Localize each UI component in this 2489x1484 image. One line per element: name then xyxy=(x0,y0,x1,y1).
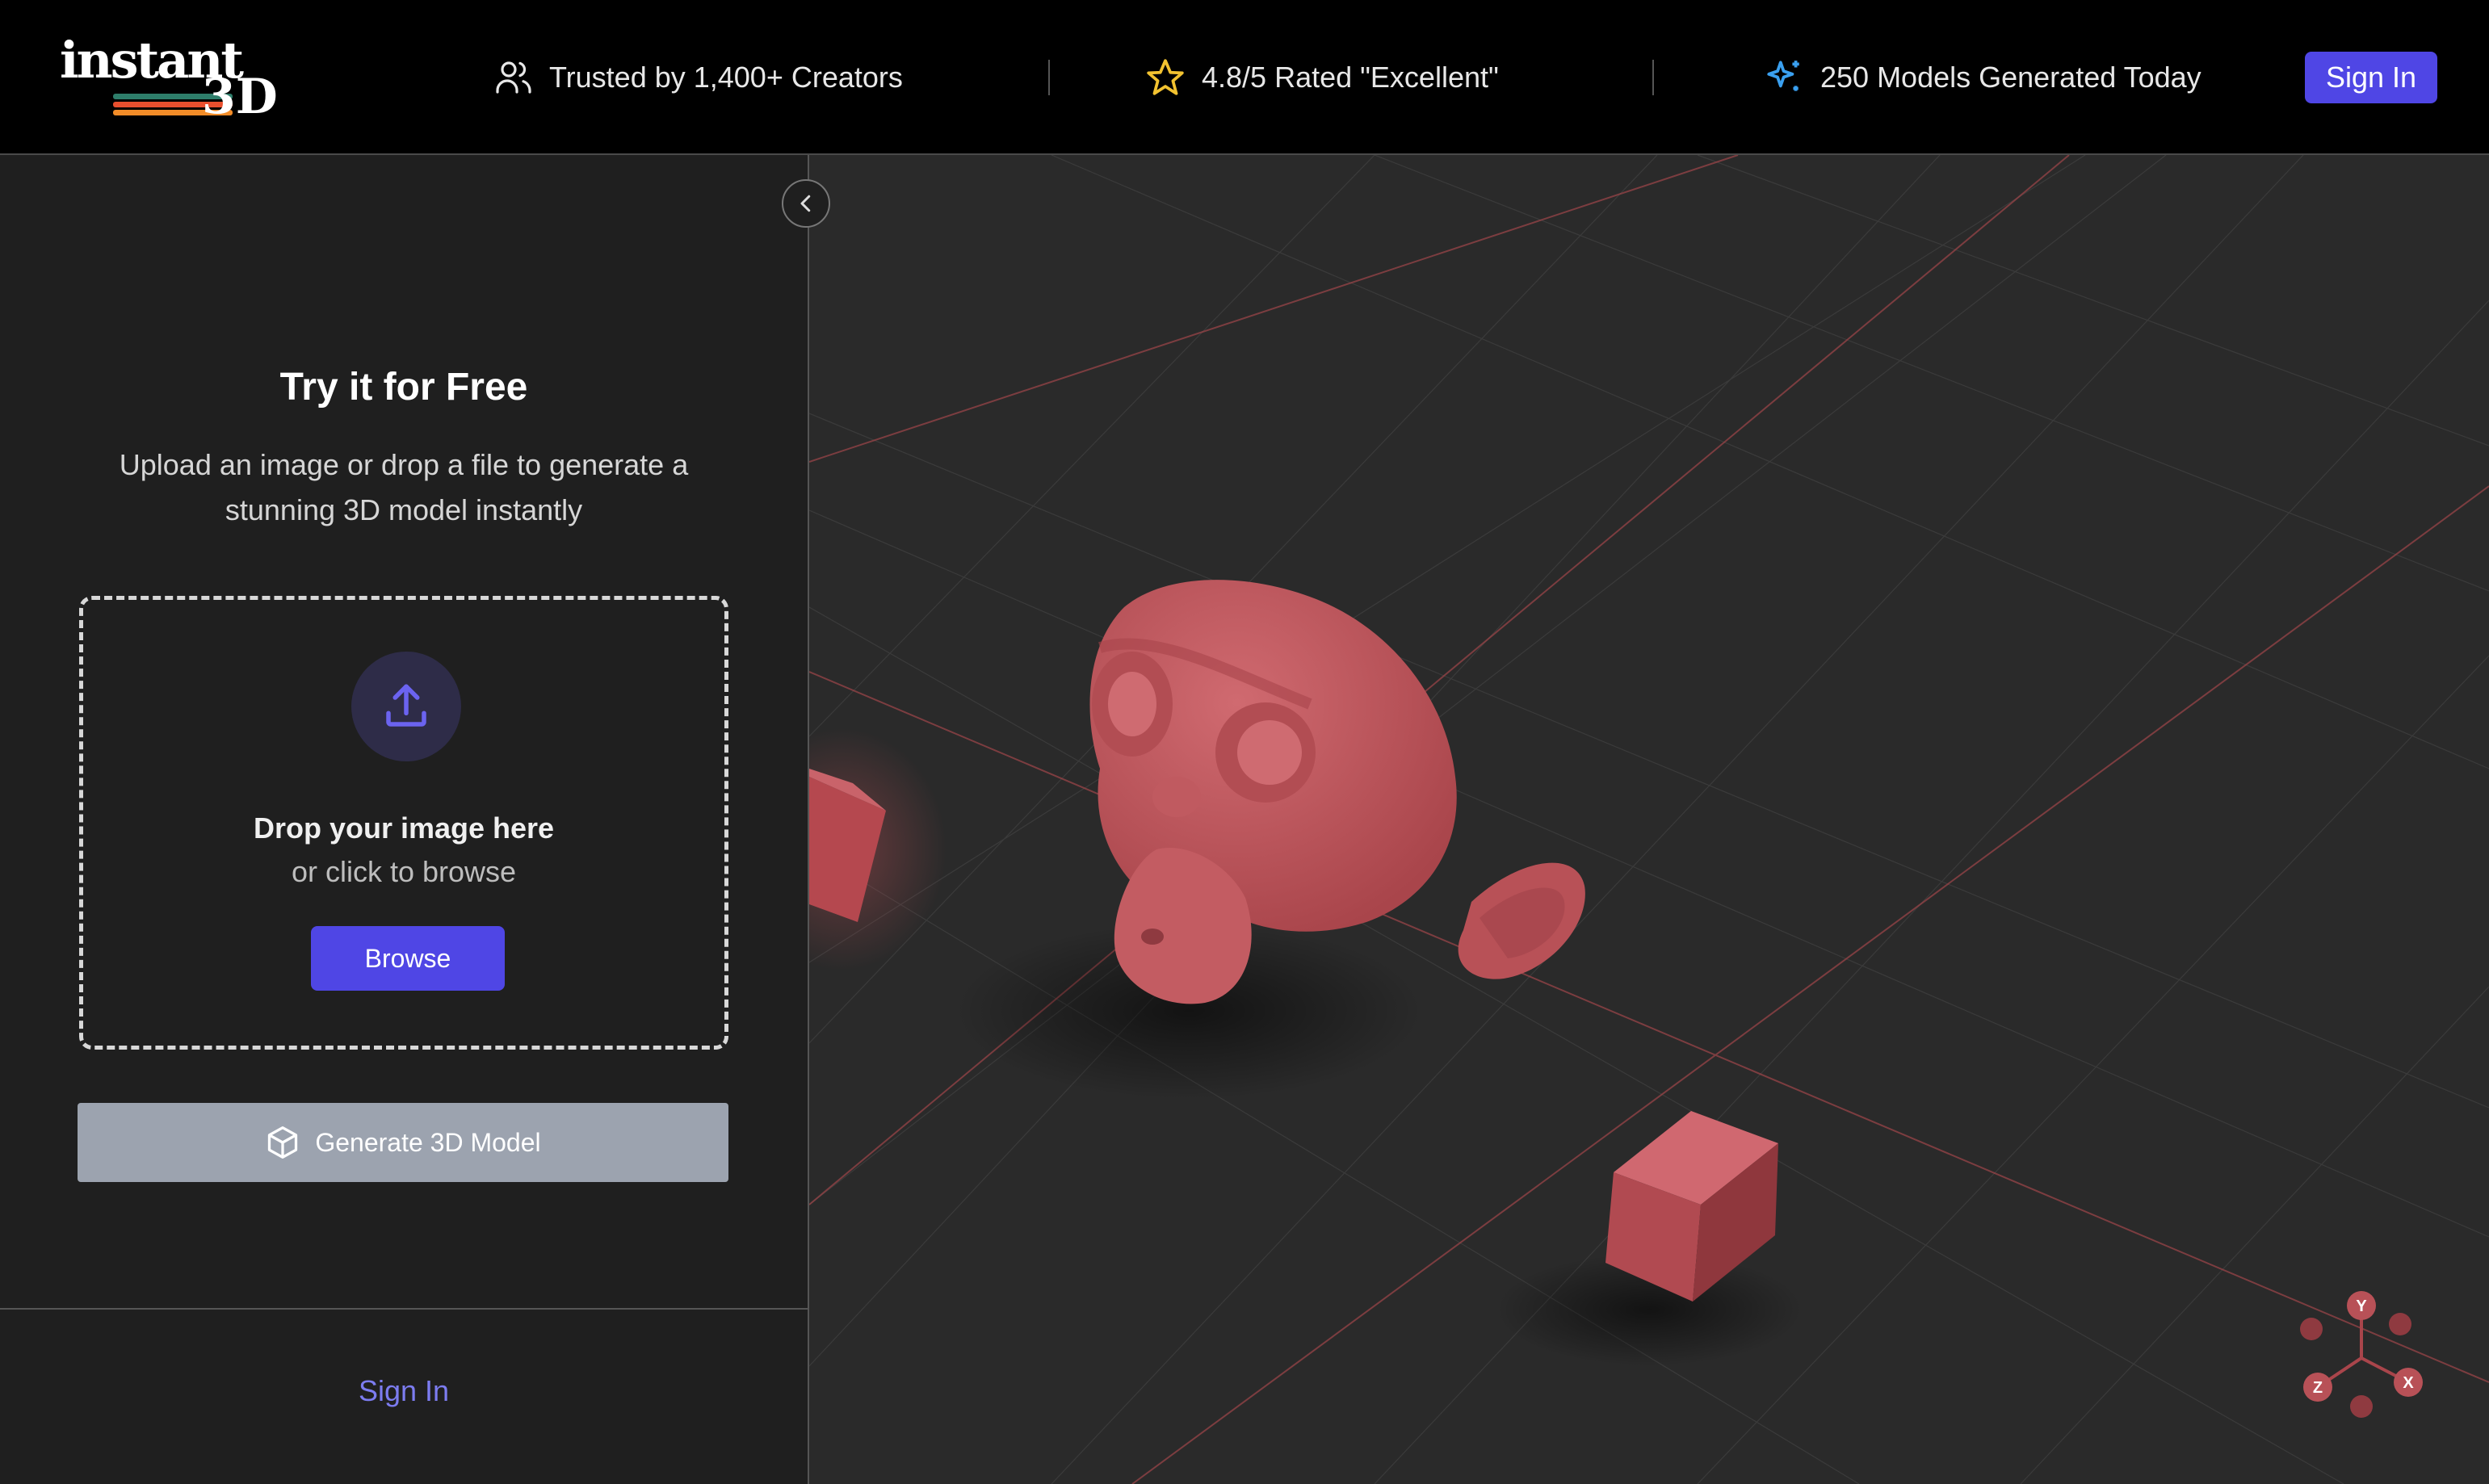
sparkles-icon xyxy=(1767,61,1799,91)
stat-creators: Trusted by 1,400+ Creators xyxy=(494,48,903,107)
scene-canvas[interactable]: Y X Z xyxy=(809,155,2489,1484)
panel-subtitle: Upload an image or drop a file to genera… xyxy=(119,448,689,526)
stat-rating: 4.8/5 Rated "Excellent" xyxy=(1145,48,1499,107)
upload-sidebar: Try it for Free Upload an image or drop … xyxy=(0,155,809,1484)
chevron-left-icon xyxy=(800,195,811,212)
stat-creators-text: Trusted by 1,400+ Creators xyxy=(549,61,903,94)
nostril xyxy=(1141,929,1164,945)
star-icon xyxy=(1147,59,1184,95)
3d-viewport[interactable]: Y X Z xyxy=(809,155,2489,1484)
axis-y-label: Y xyxy=(2356,1297,2367,1315)
instant3d-logo[interactable]: instant 3D xyxy=(60,36,278,125)
browse-button[interactable]: Browse xyxy=(311,926,505,991)
collapse-sidebar-button[interactable] xyxy=(782,179,830,228)
monkey-head-model[interactable] xyxy=(1089,580,1585,1004)
sidebar-divider xyxy=(0,1308,808,1310)
header-divider xyxy=(1652,60,1654,95)
generate-3d-model-button[interactable]: Generate 3D Model xyxy=(78,1103,728,1182)
image-dropzone[interactable]: Drop your image here or click to browse … xyxy=(79,596,728,1050)
logo-mark: 3D xyxy=(202,69,278,125)
stat-models: 250 Models Generated Today xyxy=(1764,48,2201,107)
axis-z-label: Z xyxy=(2313,1379,2323,1397)
top-header: instant 3D Trusted by 1,400+ Creators 4.… xyxy=(0,0,2489,155)
panel-title: Try it for Free xyxy=(279,366,528,409)
upload-icon-circle xyxy=(351,652,461,761)
upload-icon xyxy=(386,684,426,727)
cube-icon xyxy=(268,1126,298,1159)
header-divider xyxy=(1048,60,1050,95)
sign-in-button[interactable]: Sign In xyxy=(2305,52,2437,103)
stat-rating-text: 4.8/5 Rated "Excellent" xyxy=(1202,61,1499,94)
dropzone-subtitle: or click to browse xyxy=(291,855,517,888)
axis-x-label: X xyxy=(2403,1374,2414,1392)
dropzone-title: Drop your image here xyxy=(253,811,555,845)
sidebar-sign-in-link[interactable]: Sign In xyxy=(0,1374,808,1408)
stat-models-text: 250 Models Generated Today xyxy=(1820,61,2201,94)
users-icon xyxy=(496,61,531,94)
generate-label: Generate 3D Model xyxy=(315,1127,541,1157)
